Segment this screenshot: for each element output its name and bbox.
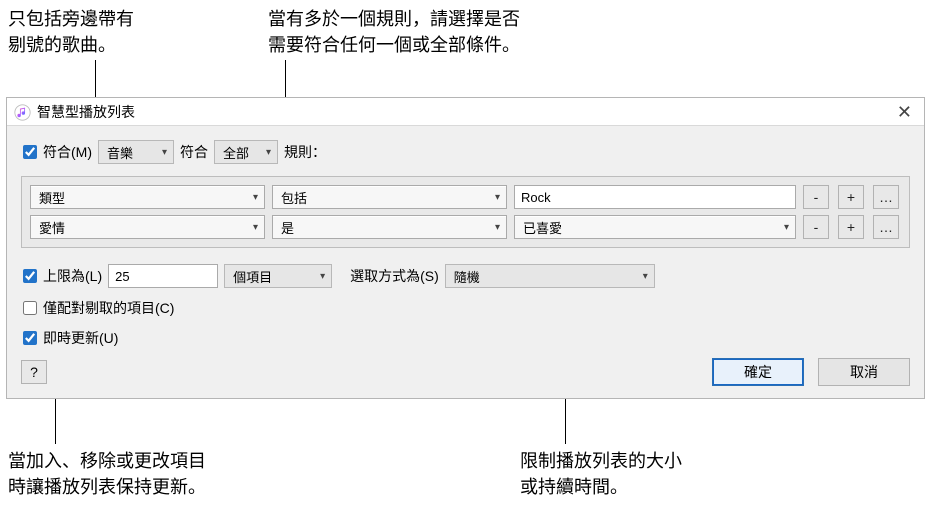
add-rule-button[interactable]: + (838, 185, 864, 209)
chevron-down-icon: ▾ (266, 147, 271, 158)
live-update-checkbox[interactable] (23, 331, 37, 345)
rule-value-input[interactable] (514, 185, 796, 209)
rule-value-value: 已喜愛 (523, 218, 562, 237)
chevron-down-icon: ▾ (643, 271, 648, 282)
rule-operator-value: 是 (281, 218, 294, 237)
rule-more-button[interactable]: … (873, 215, 899, 239)
smart-playlist-window: 智慧型播放列表 ✕ 符合(M) 音樂 ▾ 符合 全部 ▾ 規則： (6, 97, 925, 399)
help-button[interactable]: ? (21, 360, 47, 384)
rule-operator-select[interactable]: 包括 ▾ (272, 185, 507, 209)
close-icon[interactable]: ✕ (893, 103, 916, 121)
match-checkbox[interactable] (23, 145, 37, 159)
callout-checked-items: 只包括旁邊帶有 剔號的歌曲。 (8, 6, 218, 58)
rule-field-value: 愛情 (39, 218, 65, 237)
chevron-down-icon: ▾ (162, 147, 167, 158)
rule-value-select[interactable]: 已喜愛 ▾ (514, 215, 796, 239)
live-update-row: 即時更新(U) (21, 328, 910, 348)
app-icon (13, 103, 31, 121)
rule-field-value: 類型 (39, 188, 65, 207)
limit-method-select[interactable]: 隨機 ▾ (445, 264, 655, 288)
limit-unit-value: 個項目 (233, 267, 272, 286)
media-type-select[interactable]: 音樂 ▾ (98, 140, 174, 164)
limit-method-value: 隨機 (454, 267, 480, 286)
ok-button[interactable]: 確定 (712, 358, 804, 386)
chevron-down-icon: ▾ (253, 192, 258, 203)
checked-only-checkbox[interactable] (23, 301, 37, 315)
rule-field-select[interactable]: 類型 ▾ (30, 185, 265, 209)
rule-operator-select[interactable]: 是 ▾ (272, 215, 507, 239)
chevron-down-icon: ▾ (495, 192, 500, 203)
live-update-label: 即時更新(U) (43, 328, 118, 348)
chevron-down-icon: ▾ (784, 222, 789, 233)
rules-panel: 類型 ▾ 包括 ▾ - + … 愛情 ▾ (21, 176, 910, 248)
match-word: 符合 (180, 142, 208, 162)
selected-by-label: 選取方式為(S) (350, 266, 439, 286)
rule-field-select[interactable]: 愛情 ▾ (30, 215, 265, 239)
remove-rule-button[interactable]: - (803, 215, 829, 239)
window-title: 智慧型播放列表 (37, 102, 135, 122)
callout-all-any: 當有多於一個規則，請選擇是否 需要符合任何一個或全部條件。 (268, 6, 588, 58)
checked-only-row: 僅配對剔取的項目(C) (21, 298, 910, 318)
remove-rule-button[interactable]: - (803, 185, 829, 209)
add-rule-button[interactable]: + (838, 215, 864, 239)
callout-limit: 限制播放列表的大小 或持續時間。 (520, 448, 760, 500)
chevron-down-icon: ▾ (253, 222, 258, 233)
limit-checkbox[interactable] (23, 269, 37, 283)
titlebar: 智慧型播放列表 ✕ (7, 98, 924, 126)
limit-label: 上限為(L) (43, 266, 102, 286)
limit-row: 上限為(L) 個項目 ▾ 選取方式為(S) 隨機 ▾ (21, 264, 910, 288)
rule-more-button[interactable]: … (873, 185, 899, 209)
rule-operator-value: 包括 (281, 188, 307, 207)
cancel-button[interactable]: 取消 (818, 358, 910, 386)
match-row: 符合(M) 音樂 ▾ 符合 全部 ▾ 規則： (21, 140, 910, 164)
media-type-value: 音樂 (107, 143, 133, 162)
callout-live-update: 當加入、移除或更改項目 時讓播放列表保持更新。 (8, 448, 268, 500)
match-scope-select[interactable]: 全部 ▾ (214, 140, 278, 164)
checked-only-label: 僅配對剔取的項目(C) (43, 298, 174, 318)
match-scope-value: 全部 (223, 143, 249, 162)
rule-row: 愛情 ▾ 是 ▾ 已喜愛 ▾ - + … (30, 215, 901, 239)
chevron-down-icon: ▾ (320, 271, 325, 282)
chevron-down-icon: ▾ (495, 222, 500, 233)
limit-unit-select[interactable]: 個項目 ▾ (224, 264, 332, 288)
rule-row: 類型 ▾ 包括 ▾ - + … (30, 185, 901, 209)
limit-value-input[interactable] (108, 264, 218, 288)
match-suffix: 規則： (284, 142, 326, 162)
match-label: 符合(M) (43, 142, 92, 162)
bottom-row: ? 確定 取消 (21, 358, 910, 386)
